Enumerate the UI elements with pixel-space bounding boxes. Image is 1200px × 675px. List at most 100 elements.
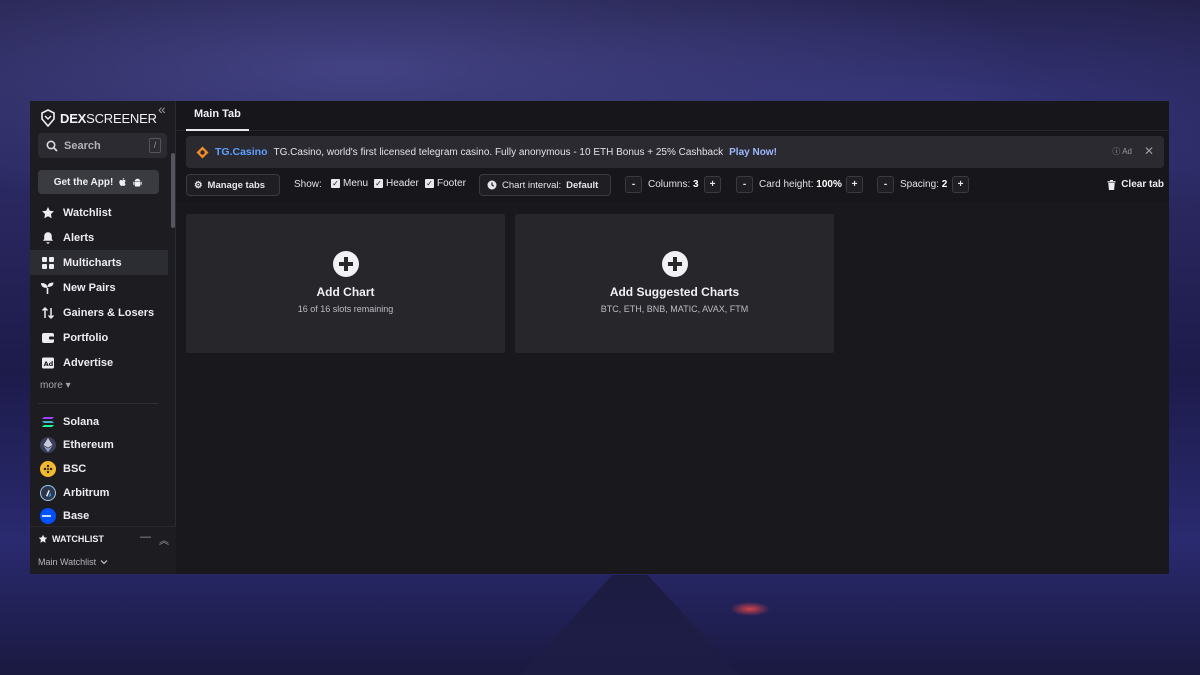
sidebar-item-label: Alerts [63,231,95,244]
chain-item-arbitrum[interactable]: Arbitrum [30,481,168,505]
sidebar-item-label: Advertise [63,356,114,369]
checkbox-checked-icon: ✓ [425,179,434,188]
plus-circle-icon [332,251,359,277]
svg-text:Ad: Ad [43,360,53,368]
close-icon[interactable]: ✕ [1144,144,1154,158]
card-height-control: Card height: 100% [759,179,842,190]
sidebar-item-label: Multicharts [63,256,122,269]
chain-item-base[interactable]: Base [30,504,168,526]
sidebar-item-alerts[interactable]: Alerts [30,225,168,250]
show-header-checkbox[interactable]: ✓ Header [374,178,419,189]
card-subtitle: BTC, ETH, BNB, MATIC, AVAX, FTM [600,304,749,314]
add-suggested-charts-card[interactable]: Add Suggested Charts BTC, ETH, BNB, MATI… [515,214,834,353]
star-icon [38,534,48,543]
sidebar-item-multicharts[interactable]: Multicharts [30,250,168,275]
show-footer-checkbox[interactable]: ✓ Footer [425,178,466,189]
star-icon [40,205,55,220]
clear-tab-button[interactable]: Clear tab [1107,179,1164,190]
toolbar: ⚙ Manage tabs Show: ✓ Menu ✓ Header ✓ Fo… [186,174,1164,198]
tab-main[interactable]: Main Tab [186,101,249,131]
clock-icon [487,180,497,190]
search-shortcut-badge: / [149,138,161,153]
collapse-sidebar-icon[interactable]: « [158,101,166,117]
chain-item-solana[interactable]: Solana [30,410,168,434]
clear-tab-label: Clear tab [1121,179,1164,190]
sidebar-nav: Watchlist Alerts Multicharts New Pairs G… [30,200,168,375]
sidebar-item-gainers-losers[interactable]: Gainers & Losers [30,300,168,325]
main-area: Main Tab TG.Casino TG.Casino, world's fi… [176,101,1169,574]
get-app-button[interactable]: Get the App! [38,170,159,194]
chain-item-bsc[interactable]: BSC [30,457,168,481]
show-footer-label: Footer [437,178,466,189]
sidebar-item-new-pairs[interactable]: New Pairs [30,275,168,300]
card-title: Add Suggested Charts [609,285,740,299]
chain-item-ethereum[interactable]: Ethereum [30,434,168,458]
sidebar-item-advertise[interactable]: Ad Advertise [30,350,168,375]
sidebar-item-watchlist[interactable]: Watchlist [30,200,168,225]
background-taillight [730,602,770,616]
sidebar-item-label: New Pairs [63,281,116,294]
ad-icon: Ad [40,355,55,370]
spacing-increment-button[interactable]: + [952,176,969,193]
card-subtitle: 16 of 16 slots remaining [297,304,394,314]
logo[interactable]: DEXSCREENER [40,108,157,128]
ad-brand[interactable]: TG.Casino [215,146,268,158]
logo-text: DEXSCREENER [60,110,157,126]
charts-grid: Add Chart 16 of 16 slots remaining Add S… [176,202,1169,574]
logo-icon [41,109,55,127]
card-title: Add Chart [316,285,375,299]
show-menu-label: Menu [343,178,369,189]
search-button[interactable]: Search / [38,133,167,158]
columns-increment-button[interactable]: + [704,176,721,193]
ethereum-icon [40,437,56,454]
arrows-updown-icon [40,305,55,320]
add-chart-card[interactable]: Add Chart 16 of 16 slots remaining [186,214,505,353]
android-icon [133,178,143,186]
trash-icon [1107,179,1116,190]
more-toggle[interactable]: more ▾ [40,380,71,391]
gear-icon: ⚙ [194,179,203,191]
card-height-increment-button[interactable]: + [846,176,863,193]
chain-label: Base [63,510,90,523]
plus-circle-icon [661,251,688,277]
ad-tag: ⓘ Ad [1112,147,1132,156]
minimize-watchlist-icon[interactable]: — [140,531,151,543]
ad-text: TG.Casino, world's first licensed telegr… [273,146,724,158]
checkbox-checked-icon: ✓ [331,179,340,188]
card-height-decrement-button[interactable]: - [736,176,753,193]
spacing-decrement-button[interactable]: - [877,176,894,193]
sidebar-scrollbar[interactable] [171,153,175,228]
chain-label: Arbitrum [63,486,110,499]
bell-icon [40,230,55,245]
chart-interval-button[interactable]: Chart interval: Default [479,174,611,196]
watchlist-selected: Main Watchlist [38,557,97,567]
tg-casino-logo-icon [196,146,209,158]
spacing-control: Spacing: 2 [900,179,948,190]
search-icon [46,139,58,152]
chain-list: Solana Ethereum BSC Arbitrum Base [30,410,168,526]
sidebar-item-label: Gainers & Losers [63,306,155,319]
watchlist-panel: WATCHLIST — ︽ Main Watchlist [30,526,176,574]
ad-banner[interactable]: TG.Casino TG.Casino, world's first licen… [186,136,1164,168]
dexscreener-window: DEXSCREENER « Search / Get the App! Watc… [30,101,1169,574]
checkbox-checked-icon: ✓ [374,179,383,188]
ad-cta-link[interactable]: Play Now! [729,147,777,158]
sidebar-scroll-area[interactable]: DEXSCREENER « Search / Get the App! Watc… [30,101,176,526]
grid-icon [40,255,55,270]
watchlist-selector[interactable]: Main Watchlist [38,557,108,567]
manage-tabs-button[interactable]: ⚙ Manage tabs [186,174,280,196]
expand-watchlist-icon[interactable]: ︽ [159,532,169,547]
arbitrum-icon [40,484,56,501]
sprout-icon [40,280,55,295]
apple-icon [119,177,127,186]
chart-interval-value: Default [566,179,599,191]
show-menu-checkbox[interactable]: ✓ Menu [331,178,368,189]
watchlist-title: WATCHLIST [52,534,104,544]
sidebar-item-portfolio[interactable]: Portfolio [30,325,168,350]
chart-interval-label: Chart interval: [502,179,562,191]
wallet-icon [40,330,55,345]
get-app-label: Get the App! [53,176,114,188]
columns-decrement-button[interactable]: - [625,176,642,193]
watchlist-header[interactable]: WATCHLIST [38,534,104,544]
show-label: Show: [294,179,322,190]
